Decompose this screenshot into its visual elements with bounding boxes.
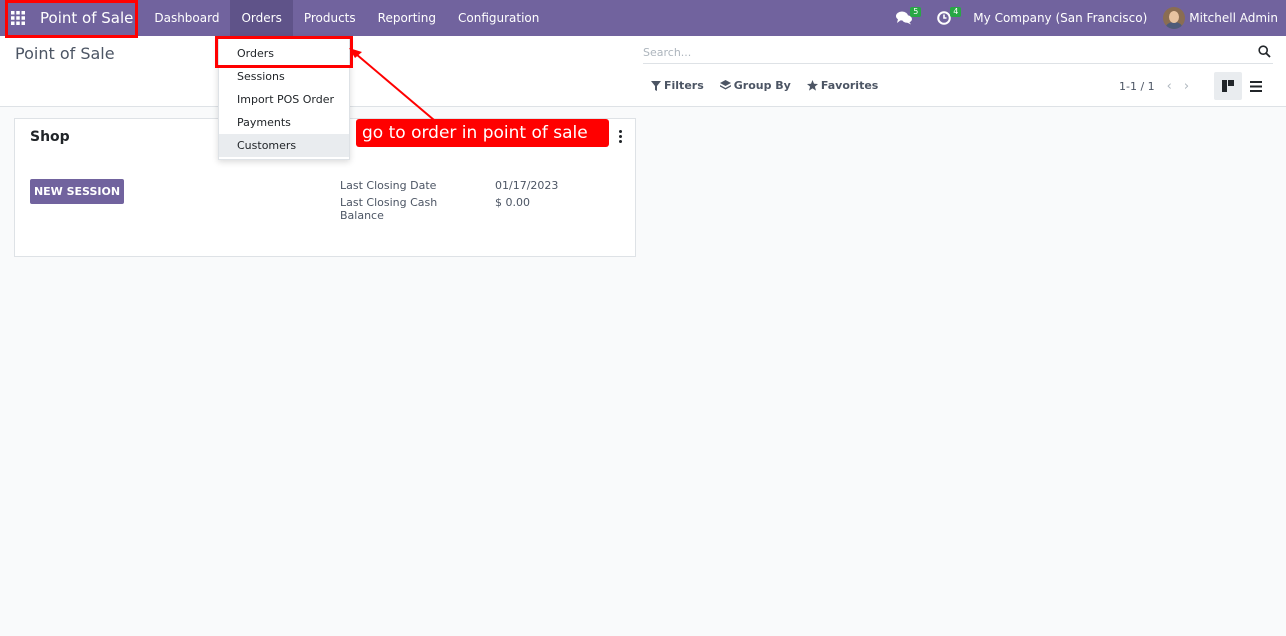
annotation-arrow: [349, 48, 435, 121]
annotation-callout: go to order in point of sale: [356, 119, 609, 147]
